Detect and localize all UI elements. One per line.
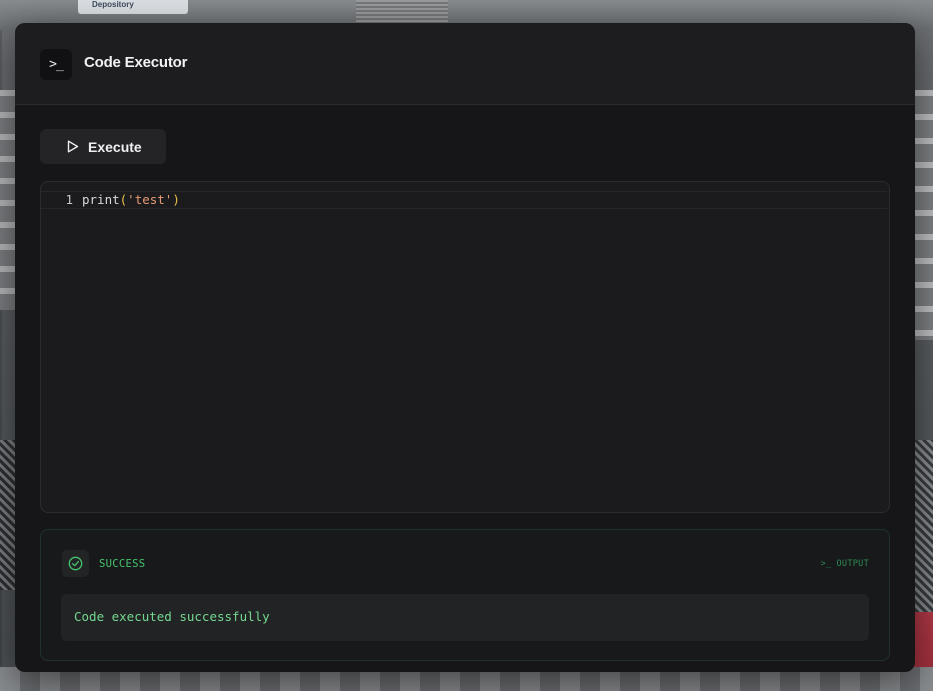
status-badge: SUCCESS	[99, 558, 146, 570]
terminal-prompt-icon: >_	[820, 559, 832, 569]
background-grate-right	[915, 440, 933, 620]
background-grate-left	[0, 440, 16, 590]
code-executor-window: >_ Code Executor Execute 1 print('test')…	[15, 23, 915, 672]
terminal-icon: >_	[40, 49, 72, 80]
code-line[interactable]: print('test')	[82, 192, 180, 207]
code-token-function: print	[82, 192, 120, 207]
window-title: Code Executor	[84, 54, 188, 71]
execute-button-label: Execute	[88, 139, 142, 155]
background-stairs-left	[0, 90, 16, 310]
output-message: Code executed successfully	[74, 609, 270, 624]
status-icon-container	[62, 550, 89, 577]
window-header: >_ Code Executor	[15, 23, 915, 105]
line-number: 1	[65, 192, 73, 207]
background-vent	[356, 0, 448, 22]
background-sign-text: Depository	[92, 0, 134, 9]
background-stairs-right	[915, 90, 933, 340]
output-panel: SUCCESS >_ OUTPUT Code executed successfu…	[40, 529, 890, 661]
check-circle-icon	[68, 556, 83, 571]
execute-button[interactable]: Execute	[40, 129, 166, 164]
output-tag: >_ OUTPUT	[821, 559, 869, 569]
code-editor[interactable]: 1 print('test')	[40, 181, 890, 513]
code-token-string: 'test'	[127, 192, 173, 207]
output-box: Code executed successfully	[61, 594, 869, 641]
output-tag-label: OUTPUT	[836, 559, 869, 569]
code-token-paren-close: )	[172, 192, 180, 207]
play-icon	[67, 140, 79, 153]
